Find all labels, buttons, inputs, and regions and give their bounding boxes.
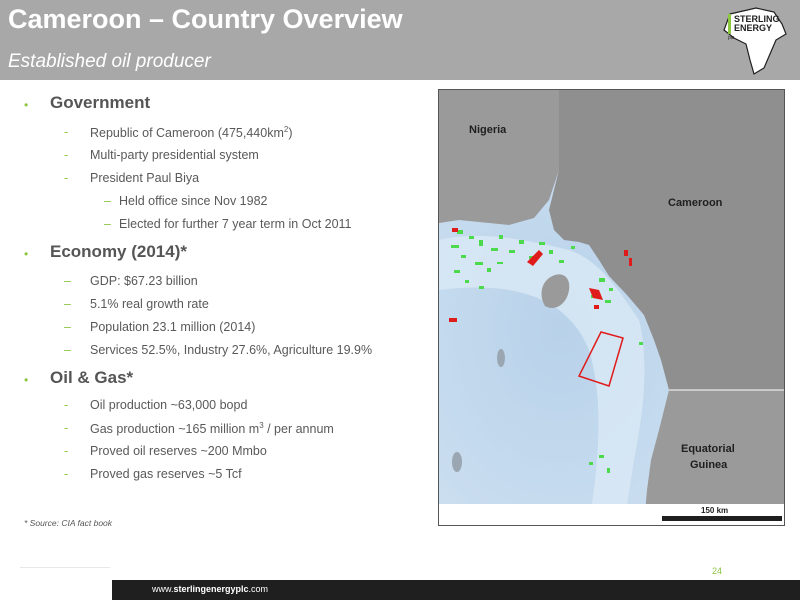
bullet-icon: • xyxy=(24,247,29,261)
dash-icon: – xyxy=(104,217,111,231)
logo-text-2: ENERGY xyxy=(734,23,772,33)
item-text: Services 52.5%, Industry 27.6%, Agricult… xyxy=(90,343,373,357)
bullet-icon: • xyxy=(24,98,29,112)
item-text-after: / per annum xyxy=(263,422,334,437)
logo-accent xyxy=(728,14,731,34)
footer-bar: www.sterlingenergyplc.com xyxy=(112,580,800,600)
item-text: Population 23.1 million (2014) xyxy=(90,320,256,334)
item-text: President Paul Biya xyxy=(90,171,200,185)
url-brand: sterlingenergyplc xyxy=(173,584,249,594)
section-heading: Oil & Gas* xyxy=(50,368,134,387)
source-note: * Source: CIA fact book xyxy=(24,518,113,528)
item-text: Proved gas reserves ~5 Tcf xyxy=(90,467,242,481)
dash-icon: – xyxy=(64,297,71,311)
sub-item-text: Held office since Nov 1982 xyxy=(119,194,268,208)
section-heading: Economy (2014)* xyxy=(50,242,187,261)
item-text: 5.1% real growth rate xyxy=(90,297,209,311)
url-prefix: www. xyxy=(152,584,174,594)
dash-icon: - xyxy=(64,171,69,185)
island-small xyxy=(452,452,462,472)
label-nigeria: Nigeria xyxy=(469,124,507,136)
map-figure: Nigeria Cameroon Equatorial Guinea 150 k… xyxy=(438,89,785,526)
header-bar: Cameroon – Country Overview Established … xyxy=(0,0,800,80)
item-text: Gas production ~165 million m xyxy=(90,422,260,437)
dash-icon: - xyxy=(64,125,69,139)
label-eq-guinea-2: Guinea xyxy=(690,459,728,471)
dash-icon: - xyxy=(64,444,69,458)
page-subtitle: Established oil producer xyxy=(8,51,211,72)
dash-icon: – xyxy=(64,274,71,288)
section-heading: Government xyxy=(50,93,151,112)
island-small xyxy=(497,349,505,367)
dash-icon: - xyxy=(64,148,69,162)
item-text: Proved oil reserves ~200 Mmbo xyxy=(90,444,267,458)
scale-bar xyxy=(662,516,782,521)
land-nigeria xyxy=(439,90,559,225)
item-text: Oil production ~63,000 bopd xyxy=(90,398,248,412)
dash-icon: – xyxy=(64,343,71,357)
map-svg: Nigeria Cameroon Equatorial Guinea 150 k… xyxy=(439,90,784,525)
dash-icon: – xyxy=(104,194,111,208)
dash-icon: - xyxy=(64,467,69,481)
scale-label: 150 km xyxy=(701,506,728,515)
label-cameroon: Cameroon xyxy=(668,197,723,209)
item-text: Multi-party presidential system xyxy=(90,148,259,162)
item-text-after: ) xyxy=(288,126,293,141)
item-text: Republic of Cameroon (475,440km xyxy=(90,126,284,141)
url-suffix: .com xyxy=(248,584,269,594)
dash-icon: - xyxy=(64,421,69,435)
footer-url[interactable]: www.sterlingenergyplc.com xyxy=(152,584,268,594)
scale-bar-bg xyxy=(439,504,784,525)
page-number: 24 xyxy=(712,566,723,576)
footer-divider xyxy=(20,567,110,568)
page-title: Cameroon – Country Overview xyxy=(8,4,403,34)
sterling-energy-logo: STERLING ENERGY plc xyxy=(723,7,787,75)
dash-icon: - xyxy=(64,398,69,412)
logo-text-3: plc xyxy=(728,35,735,41)
dash-icon: – xyxy=(64,320,71,334)
item-text: GDP: $67.23 billion xyxy=(90,274,198,288)
label-eq-guinea-1: Equatorial xyxy=(681,443,735,455)
bullet-icon: • xyxy=(24,373,29,387)
sub-item-text: Elected for further 7 year term in Oct 2… xyxy=(119,217,352,231)
